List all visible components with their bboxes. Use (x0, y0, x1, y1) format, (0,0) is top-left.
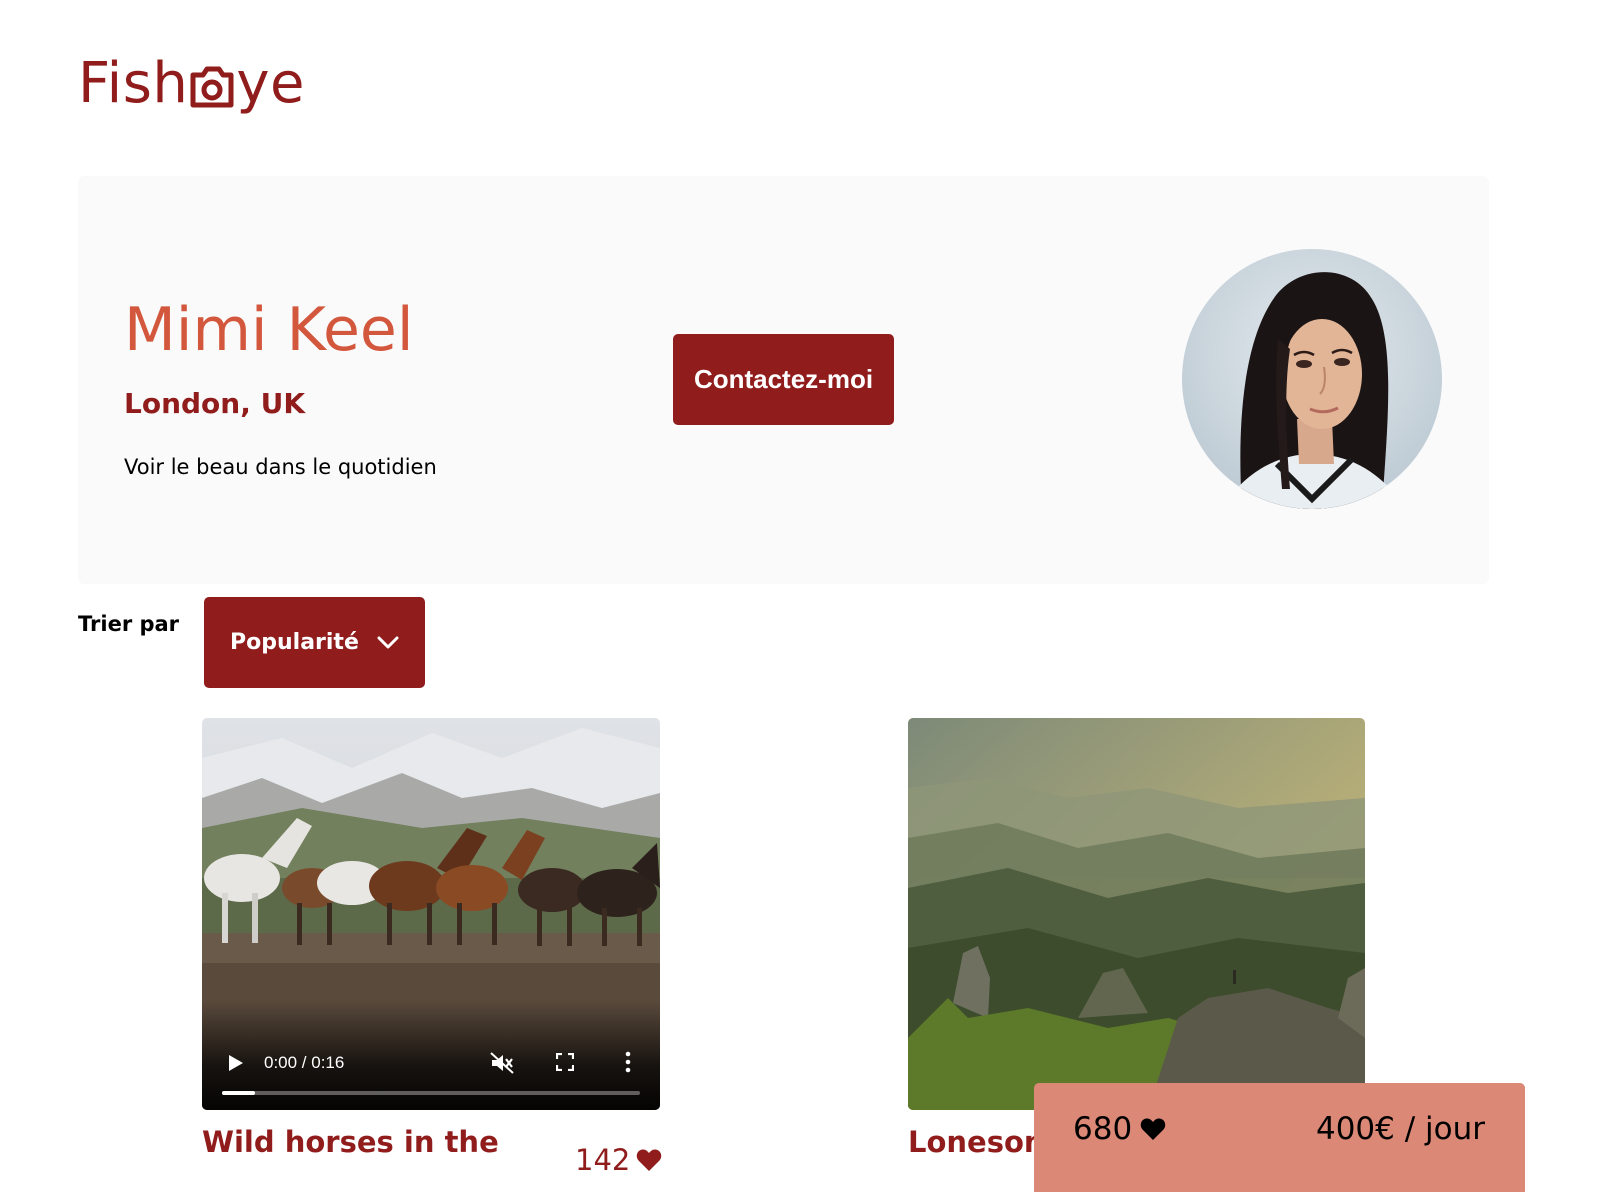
heart-icon (1140, 1118, 1166, 1140)
media-likes-count: 142 (575, 1143, 631, 1177)
media-title: Wild horses in the (202, 1125, 499, 1159)
muted-speaker-icon[interactable] (490, 1052, 514, 1074)
daily-price: 400€ / jour (1315, 1111, 1485, 1147)
photographer-tagline: Voir le beau dans le quotidien (124, 455, 437, 479)
total-likes: 680 (1073, 1109, 1166, 1149)
video-progress-fill (222, 1091, 256, 1095)
heart-icon[interactable] (636, 1148, 662, 1172)
video-controls: 0:00 / 0:16 (202, 1000, 660, 1110)
contact-button[interactable]: Contactez-moi (673, 334, 894, 425)
stats-bar: 680 400€ / jour (1034, 1083, 1525, 1192)
photographer-page: Fish ye Mimi Keel London, UK Voir le bea… (0, 0, 1597, 1192)
logo-text-end: ye (236, 51, 305, 116)
media-title: Lonesom (908, 1125, 1055, 1159)
fisheye-logo[interactable]: Fish ye (78, 52, 305, 116)
total-likes-count: 680 (1073, 1111, 1133, 1147)
logo-text-start: Fish (78, 51, 189, 116)
fullscreen-icon[interactable] (556, 1053, 574, 1071)
play-icon[interactable] (228, 1054, 244, 1072)
video-time: 0:00 / 0:16 (264, 1053, 345, 1072)
video-progress-bar[interactable] (222, 1091, 640, 1095)
media-card-image[interactable] (908, 718, 1365, 1110)
avatar-portrait (1182, 249, 1442, 509)
media-likes: 142 (575, 1140, 662, 1180)
sort-selected-value: Popularité (230, 630, 359, 655)
photographer-header: Mimi Keel London, UK Voir le beau dans l… (78, 176, 1489, 584)
more-options-icon[interactable] (624, 1051, 632, 1073)
photo-mountain-landscape (908, 718, 1365, 1110)
photographer-avatar (1182, 249, 1442, 509)
sort-dropdown[interactable]: Popularité (204, 597, 425, 688)
photographer-name: Mimi Keel (124, 295, 414, 365)
camera-icon (190, 66, 234, 108)
chevron-down-icon (377, 636, 399, 648)
sort-label: Trier par (78, 612, 180, 636)
photographer-location: London, UK (124, 387, 306, 420)
media-card-video[interactable]: 0:00 / 0:16 (202, 718, 660, 1110)
